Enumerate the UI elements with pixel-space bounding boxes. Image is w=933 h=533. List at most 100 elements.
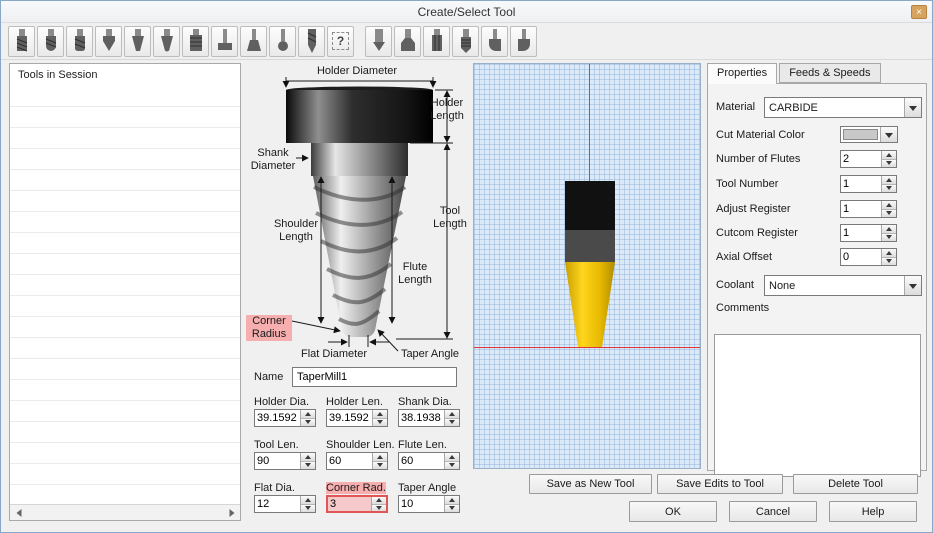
shank-dia-label: Shank Dia.: [398, 396, 452, 408]
tool-list-row: [10, 275, 240, 296]
thread-mill-icon[interactable]: [182, 25, 209, 57]
holder-diameter-label: Holder Diameter: [316, 65, 398, 77]
adjust-register-up-icon[interactable]: [882, 201, 896, 209]
taper-angle-input[interactable]: [399, 496, 444, 512]
cancel-button[interactable]: Cancel: [729, 501, 817, 522]
tool-number-input[interactable]: [841, 176, 881, 192]
comments-label: Comments: [716, 302, 770, 314]
tool-len-up-icon[interactable]: [301, 453, 315, 461]
flat-dia-up-icon[interactable]: [301, 496, 315, 504]
tool-len-input[interactable]: [255, 453, 300, 469]
shoulder-len-up-icon[interactable]: [373, 453, 387, 461]
coolant-label: Coolant: [716, 279, 754, 291]
tab-feeds-speeds[interactable]: Feeds & Speeds: [779, 63, 881, 83]
flutes-up-icon[interactable]: [882, 151, 896, 159]
chevron-down-icon[interactable]: [904, 98, 921, 117]
tab-properties[interactable]: Properties: [707, 63, 778, 84]
flat-end-mill-icon[interactable]: [8, 25, 35, 57]
corner-radius-label: Corner Radius: [246, 315, 292, 341]
color-swatch: [843, 129, 878, 140]
flat-dia-down-icon[interactable]: [301, 503, 315, 512]
corner-rounding-right-icon[interactable]: [510, 25, 537, 57]
shank-dia-up-icon[interactable]: [445, 410, 459, 418]
flutes-down-icon[interactable]: [882, 158, 896, 167]
adjust-register-input[interactable]: [841, 201, 881, 217]
taper-angle-up-icon[interactable]: [445, 496, 459, 504]
cutcom-register-up-icon[interactable]: [882, 225, 896, 233]
tool-name-input[interactable]: [292, 367, 457, 387]
scroll-left-icon[interactable]: [10, 505, 27, 520]
flat-dia-input[interactable]: [255, 496, 300, 512]
corner-rounding-left-icon[interactable]: [481, 25, 508, 57]
reamer-icon[interactable]: [423, 25, 450, 57]
taper-angle-field-label: Taper Angle: [398, 482, 457, 494]
flute-len-spinner: [398, 452, 460, 470]
tool-preview-viewport[interactable]: [473, 63, 701, 469]
flute-len-input[interactable]: [399, 453, 444, 469]
axial-offset-label: Axial Offset: [716, 251, 773, 263]
red-axis-line: [474, 347, 700, 348]
shank-dia-down-icon[interactable]: [445, 417, 459, 426]
spot-drill-icon[interactable]: [365, 25, 392, 57]
tool-len-spinner: [254, 452, 316, 470]
chevron-down-icon[interactable]: [880, 127, 897, 142]
help-button[interactable]: Help: [829, 501, 917, 522]
axial-offset-input[interactable]: [841, 249, 881, 265]
number-of-flutes-input[interactable]: [841, 151, 881, 167]
adjust-register-down-icon[interactable]: [882, 208, 896, 217]
ball-end-mill-icon[interactable]: [37, 25, 64, 57]
drill-icon[interactable]: [298, 25, 325, 57]
corner-rad-down-icon[interactable]: [372, 503, 386, 511]
holder-len-up-icon[interactable]: [373, 410, 387, 418]
chamfer-mill-icon[interactable]: [394, 25, 421, 57]
tools-in-session-list[interactable]: [10, 86, 240, 504]
tool-number-down-icon[interactable]: [882, 183, 896, 192]
coolant-select[interactable]: None: [764, 275, 922, 296]
dovetail-cutter-icon[interactable]: [240, 25, 267, 57]
flute-len-down-icon[interactable]: [445, 460, 459, 469]
delete-tool-button[interactable]: Delete Tool: [793, 474, 918, 494]
axial-offset-up-icon[interactable]: [882, 249, 896, 257]
taper-angle-down-icon[interactable]: [445, 503, 459, 512]
v-bit-icon[interactable]: [95, 25, 122, 57]
scroll-right-icon[interactable]: [223, 505, 240, 520]
axial-offset-down-icon[interactable]: [882, 256, 896, 265]
lollipop-cutter-icon[interactable]: [269, 25, 296, 57]
shank-dia-input[interactable]: [399, 410, 444, 426]
corner-rad-input[interactable]: [328, 497, 371, 511]
tool-list-row: [10, 485, 240, 504]
t-slot-cutter-icon[interactable]: [211, 25, 238, 57]
tool-length-label: Tool Length: [433, 205, 467, 230]
comments-textarea[interactable]: [714, 334, 921, 477]
bull-nose-mill-icon[interactable]: [66, 25, 93, 57]
ok-button[interactable]: OK: [629, 501, 717, 522]
shoulder-len-down-icon[interactable]: [373, 460, 387, 469]
taper-flat-mill-icon[interactable]: [124, 25, 151, 57]
shoulder-len-input[interactable]: [327, 453, 372, 469]
taper-angle-spinner: [398, 495, 460, 513]
custom-tool-icon[interactable]: ?: [327, 25, 354, 57]
holder-dia-up-icon[interactable]: [301, 410, 315, 418]
horizontal-scrollbar[interactable]: [10, 504, 240, 520]
cut-material-color-select[interactable]: [840, 126, 898, 143]
tap-icon[interactable]: [452, 25, 479, 57]
save-edits-to-tool-button[interactable]: Save Edits to Tool: [657, 474, 783, 494]
material-select[interactable]: CARBIDE: [764, 97, 922, 118]
holder-dia-input[interactable]: [255, 410, 300, 426]
flute-len-up-icon[interactable]: [445, 453, 459, 461]
taper-ball-mill-icon[interactable]: [153, 25, 180, 57]
tool-list-row: [10, 338, 240, 359]
close-button[interactable]: ×: [911, 5, 927, 19]
tool-number-up-icon[interactable]: [882, 176, 896, 184]
holder-len-spinner: [326, 409, 388, 427]
tool-len-down-icon[interactable]: [301, 460, 315, 469]
save-as-new-tool-button[interactable]: Save as New Tool: [529, 474, 652, 494]
tool-list-row: [10, 443, 240, 464]
holder-len-input[interactable]: [327, 410, 372, 426]
chevron-down-icon[interactable]: [904, 276, 921, 295]
cutcom-register-down-icon[interactable]: [882, 232, 896, 241]
holder-dia-down-icon[interactable]: [301, 417, 315, 426]
number-of-flutes-label: Number of Flutes: [716, 153, 801, 165]
cutcom-register-input[interactable]: [841, 225, 881, 241]
holder-len-down-icon[interactable]: [373, 417, 387, 426]
